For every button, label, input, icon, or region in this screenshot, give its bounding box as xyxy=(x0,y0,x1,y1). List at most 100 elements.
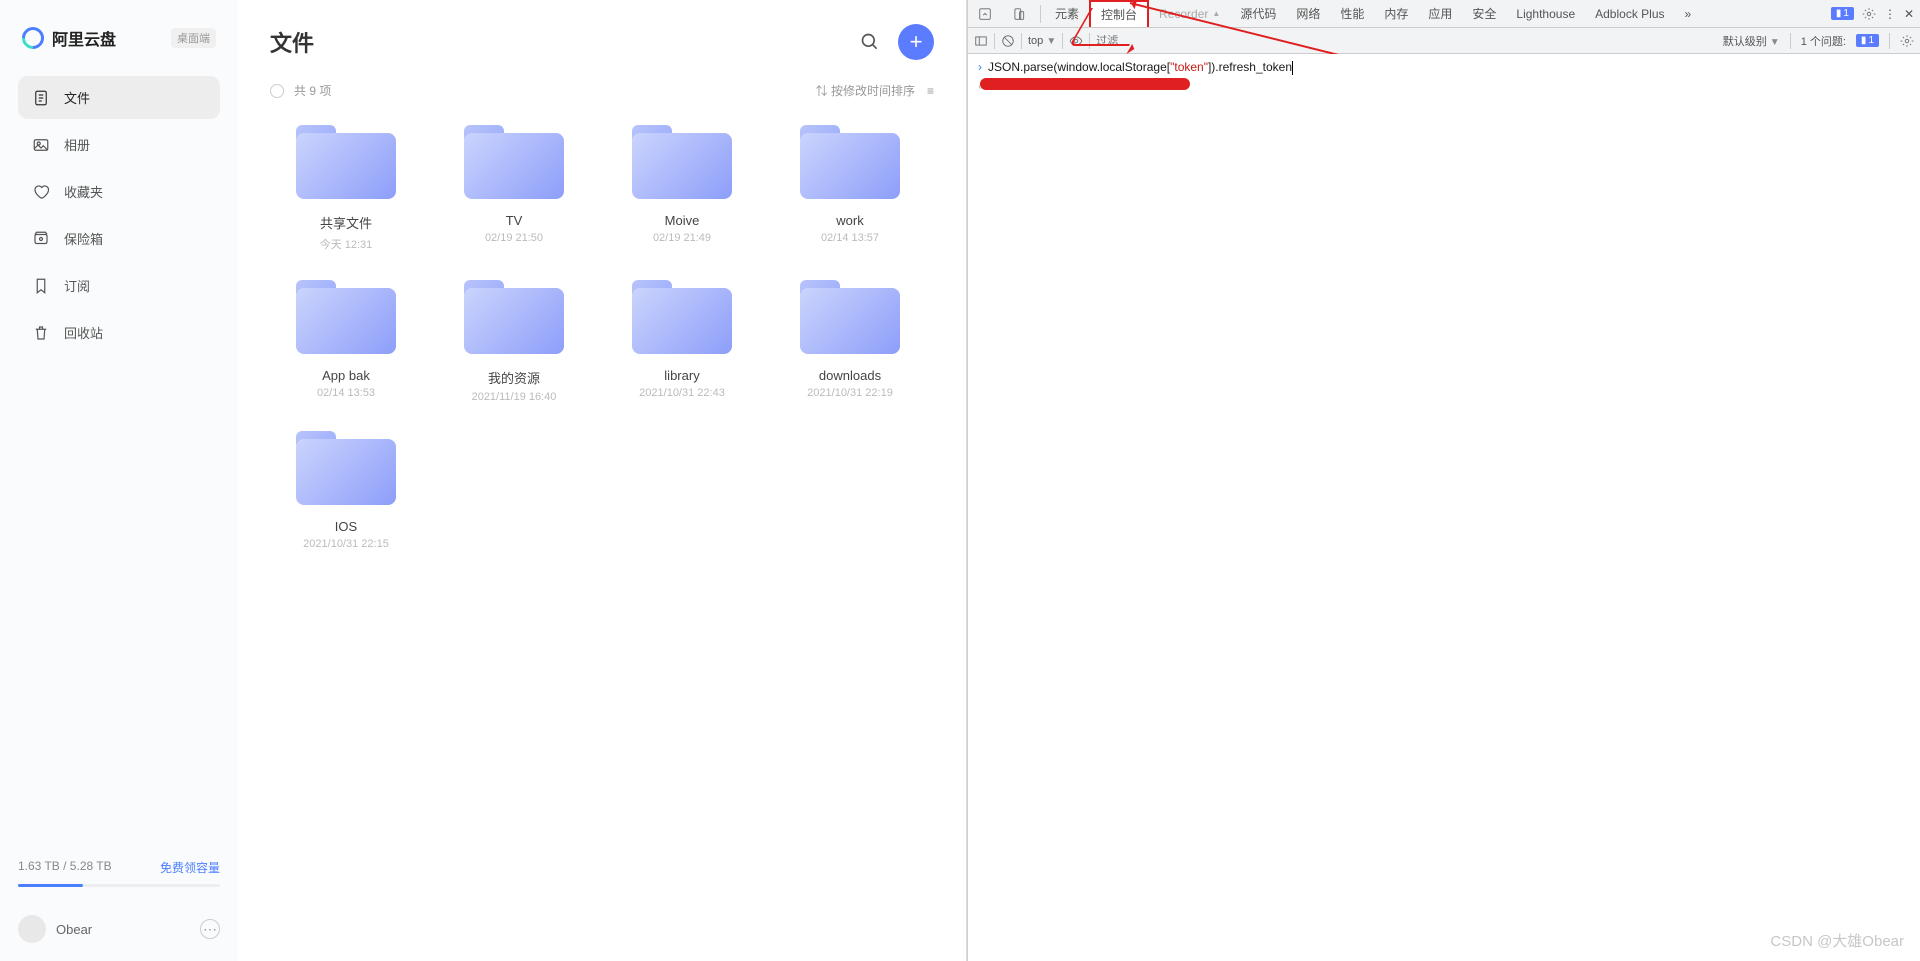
close-icon[interactable]: ✕ xyxy=(1904,7,1914,21)
folder-time: 今天 12:31 xyxy=(320,236,373,252)
sidebar-item-vault[interactable]: 保险箱 xyxy=(18,217,220,260)
sort-toggle[interactable]: ⇅ 按修改时间排序 xyxy=(816,82,915,99)
folder-item[interactable]: IOS 2021/10/31 22:15 xyxy=(262,421,430,568)
tabs-more-icon[interactable]: » xyxy=(1675,0,1702,27)
console-settings-icon[interactable] xyxy=(1900,34,1914,48)
folder-icon xyxy=(296,125,396,199)
folder-icon xyxy=(296,431,396,505)
brand: 阿里云盘 桌面端 xyxy=(18,18,220,58)
folder-time: 2021/10/31 22:19 xyxy=(807,387,893,399)
devtools-tab[interactable]: 安全 xyxy=(1462,0,1506,27)
page-title: 文件 xyxy=(270,26,314,58)
add-button[interactable]: + xyxy=(898,24,934,60)
sidebar-item-label: 文件 xyxy=(64,88,90,107)
devtools-tab[interactable]: 源代码 xyxy=(1230,0,1286,27)
folder-item[interactable]: library 2021/10/31 22:43 xyxy=(598,270,766,421)
vault-icon xyxy=(32,230,50,248)
folder-name: TV xyxy=(506,213,523,228)
more-icon[interactable]: ⋯ xyxy=(200,919,220,939)
annotation-redaction xyxy=(980,78,1190,90)
folder-item[interactable]: Moive 02/19 21:49 xyxy=(598,115,766,270)
view-toggle-icon[interactable]: ≡ xyxy=(927,84,934,98)
prompt-icon: › xyxy=(978,60,982,74)
folder-item[interactable]: App bak 02/14 13:53 xyxy=(262,270,430,421)
folder-time: 02/19 21:49 xyxy=(653,232,711,244)
devtools-tab[interactable]: 网络 xyxy=(1286,0,1330,27)
console-body[interactable]: › JSON.parse(window.localStorage["token"… xyxy=(968,54,1920,961)
select-all-checkbox[interactable] xyxy=(270,84,284,98)
folder-name: 共享文件 xyxy=(320,213,372,232)
folder-item[interactable]: 共享文件今天 12:31 xyxy=(262,115,430,270)
sidebar-item-label: 相册 xyxy=(64,135,90,154)
folder-time: 2021/11/19 16:40 xyxy=(472,391,557,403)
sidebar-item-trash[interactable]: 回收站 xyxy=(18,311,220,354)
folder-name: library xyxy=(664,368,699,383)
folder-item[interactable]: work 02/14 13:57 xyxy=(766,115,934,270)
storage-bar xyxy=(18,884,220,887)
clear-console-icon[interactable] xyxy=(1001,34,1015,48)
sidebar-item-heart[interactable]: 收藏夹 xyxy=(18,170,220,213)
devtools-tab[interactable]: Recorder▲ xyxy=(1149,0,1230,27)
inspect-icon[interactable] xyxy=(968,0,1002,27)
sidebar-item-label: 回收站 xyxy=(64,323,103,342)
folder-item[interactable]: 我的资源 2021/11/19 16:40 xyxy=(430,270,598,421)
user-name: Obear xyxy=(56,922,92,937)
issues-badge[interactable]: ▮ 1 xyxy=(1831,7,1854,20)
sidebar-item-file[interactable]: 文件 xyxy=(18,76,220,119)
image-icon xyxy=(32,136,50,154)
devtools-tab[interactable]: 性能 xyxy=(1330,0,1374,27)
sidebar-item-bookmark[interactable]: 订阅 xyxy=(18,264,220,307)
folder-icon xyxy=(296,280,396,354)
folder-icon xyxy=(464,280,564,354)
device-icon[interactable] xyxy=(1002,0,1036,27)
folder-icon xyxy=(632,280,732,354)
folder-icon xyxy=(464,125,564,199)
folder-name: IOS xyxy=(335,519,357,534)
brand-logo-icon xyxy=(17,22,48,53)
context-select[interactable]: top ▼ xyxy=(1028,35,1056,47)
item-count: 共 9 项 xyxy=(294,82,331,99)
bookmark-icon xyxy=(32,277,50,295)
devtools-tab[interactable]: Adblock Plus xyxy=(1585,0,1674,27)
brand-name: 阿里云盘 xyxy=(52,26,116,50)
folder-item[interactable]: downloads 2021/10/31 22:19 xyxy=(766,270,934,421)
sidebar-item-label: 收藏夹 xyxy=(64,182,103,201)
issues-label: 1 个问题: xyxy=(1801,33,1846,49)
storage-text: 1.63 TB / 5.28 TB xyxy=(18,859,112,876)
devtools-tab[interactable]: Lighthouse xyxy=(1506,0,1585,27)
folder-name: App bak xyxy=(322,368,370,383)
user-row[interactable]: Obear ⋯ xyxy=(18,915,220,943)
folder-name: work xyxy=(836,213,863,228)
trash-icon xyxy=(32,324,50,342)
level-select[interactable]: 默认级别 ▼ xyxy=(1723,33,1780,49)
folder-item[interactable]: TV 02/19 21:50 xyxy=(430,115,598,270)
kebab-icon[interactable]: ⋮ xyxy=(1884,7,1896,21)
search-icon[interactable] xyxy=(860,32,880,52)
avatar-icon xyxy=(18,915,46,943)
sidebar-item-label: 保险箱 xyxy=(64,229,103,248)
devtools-tab[interactable]: 应用 xyxy=(1418,0,1462,27)
folder-name: Moive xyxy=(665,213,700,228)
watermark: CSDN @大雄Obear xyxy=(1770,930,1904,951)
folder-time: 02/14 13:57 xyxy=(821,232,879,244)
folder-time: 02/14 13:53 xyxy=(317,387,375,399)
folder-time: 2021/10/31 22:15 xyxy=(303,538,389,550)
sidebar-item-label: 订阅 xyxy=(64,276,90,295)
folder-name: 我的资源 xyxy=(488,368,540,387)
folder-icon xyxy=(800,280,900,354)
issues-count-badge[interactable]: ▮ 1 xyxy=(1856,34,1879,47)
file-icon xyxy=(32,89,50,107)
folder-icon xyxy=(800,125,900,199)
devtools-tab[interactable]: 内存 xyxy=(1374,0,1418,27)
storage-link[interactable]: 免费领容量 xyxy=(160,859,220,876)
heart-icon xyxy=(32,183,50,201)
storage-info: 1.63 TB / 5.28 TB 免费领容量 xyxy=(18,859,220,876)
folder-time: 02/19 21:50 xyxy=(485,232,543,244)
console-input[interactable]: JSON.parse(window.localStorage["token"])… xyxy=(988,60,1293,75)
brand-tag[interactable]: 桌面端 xyxy=(171,28,216,48)
settings-icon[interactable] xyxy=(1862,7,1876,21)
folder-time: 2021/10/31 22:43 xyxy=(639,387,725,399)
folder-name: downloads xyxy=(819,368,881,383)
sidebar-item-image[interactable]: 相册 xyxy=(18,123,220,166)
sidebar-toggle-icon[interactable] xyxy=(974,34,988,48)
